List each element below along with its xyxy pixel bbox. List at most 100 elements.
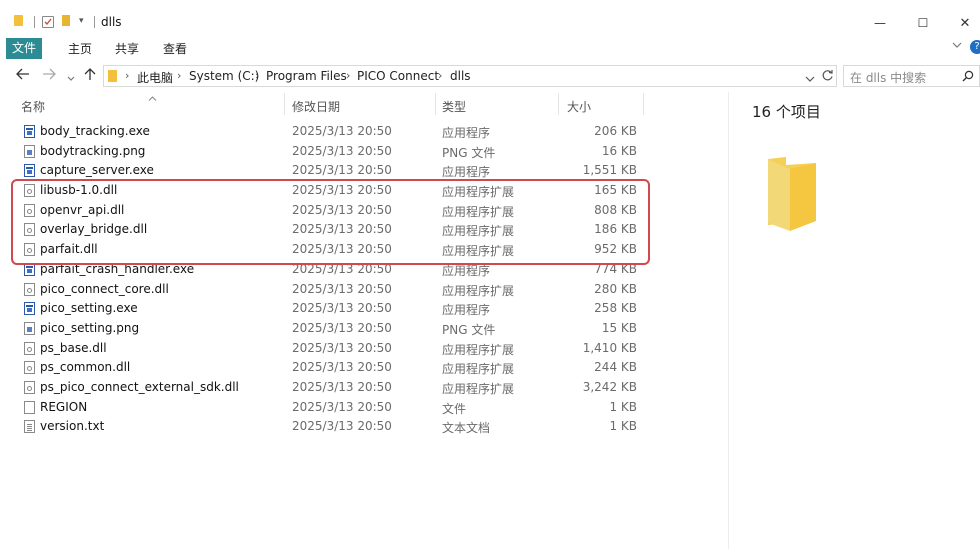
breadcrumb-this-pc[interactable]: 此电脑 [137, 69, 173, 86]
title-bar: ▾ dlls — ☐ ✕ [0, 0, 980, 36]
file-row[interactable]: overlay_bridge.dll 2025/3/13 20:50 应用程序扩展 1… [0, 220, 720, 240]
file-name[interactable]: overlay_bridge.dll [40, 222, 147, 236]
file-size: 774 KB [594, 261, 637, 276]
refresh-icon[interactable] [821, 69, 834, 85]
column-header-type[interactable]: 类型 [442, 98, 466, 115]
file-row[interactable]: bodytracking.png 2025/3/13 20:50 PNG 文件 16 … [0, 142, 720, 162]
file-row[interactable]: pico_connect_core.dll 2025/3/13 20:50 应用程序… [0, 280, 720, 300]
breadcrumb-separator[interactable]: › [346, 69, 350, 82]
column-divider[interactable] [435, 93, 436, 115]
file-name[interactable]: body_tracking.exe [40, 124, 150, 138]
breadcrumb-dlls[interactable]: dlls [450, 69, 471, 83]
minimize-button[interactable]: — [866, 10, 894, 36]
column-header-date[interactable]: 修改日期 [292, 98, 340, 115]
file-type: 文本文档 [442, 421, 491, 436]
file-name[interactable]: REGION [40, 400, 87, 414]
up-arrow-icon[interactable] [84, 68, 96, 85]
address-dropdown-chevron-icon[interactable] [805, 72, 815, 86]
breadcrumb-separator[interactable]: › [255, 69, 259, 82]
file-type: 应用程序 [442, 165, 491, 180]
file-date: 2025/3/13 20:50 [292, 261, 392, 276]
file-size: 808 KB [594, 202, 637, 217]
exe-file-icon [24, 125, 35, 138]
new-folder-icon[interactable] [62, 15, 70, 26]
search-icon[interactable] [962, 70, 974, 85]
file-name[interactable]: version.txt [40, 419, 104, 433]
search-input[interactable]: 在 dlls 中搜索 [843, 65, 980, 87]
tab-view[interactable]: 查看 [155, 38, 195, 60]
file-size: 206 KB [594, 124, 637, 138]
file-size: 165 KB [594, 183, 637, 198]
tab-home[interactable]: 主页 [60, 38, 100, 60]
file-name[interactable]: pico_setting.exe [40, 301, 138, 315]
breadcrumb-separator[interactable]: › [125, 69, 129, 82]
column-divider[interactable] [558, 93, 559, 115]
file-name[interactable]: ps_common.dll [40, 360, 130, 374]
file-size: 244 KB [594, 360, 637, 375]
file-name[interactable]: capture_server.exe [40, 163, 154, 177]
breadcrumb-pico-connect[interactable]: PICO Connect [357, 69, 439, 83]
dll-file-icon [24, 203, 35, 217]
dll-file-icon [24, 223, 35, 237]
forward-arrow-icon[interactable] [42, 68, 56, 84]
file-row[interactable]: pico_setting.png 2025/3/13 20:50 PNG 文件 15 … [0, 319, 720, 339]
back-arrow-icon[interactable] [16, 68, 30, 84]
file-size: 16 KB [601, 143, 637, 158]
file-date: 2025/3/13 20:50 [292, 202, 392, 217]
file-type: 应用程序 [442, 263, 491, 278]
file-name[interactable]: parfait_crash_handler.exe [40, 262, 194, 276]
file-name[interactable]: ps_pico_connect_external_sdk.dll [40, 380, 239, 394]
breadcrumb-program-files[interactable]: Program Files [266, 69, 347, 83]
column-divider[interactable] [284, 93, 285, 115]
breadcrumb-separator[interactable]: › [177, 69, 181, 82]
file-list: body_tracking.exe 2025/3/13 20:50 应用程序 206 … [0, 122, 720, 437]
column-header-size[interactable]: 大小 [567, 98, 591, 115]
file-row[interactable]: ps_common.dll 2025/3/13 20:50 应用程序扩展 244 KB [0, 358, 720, 378]
file-size: 1,551 KB [582, 163, 637, 178]
address-bar[interactable]: › 此电脑 › System (C:) › Program Files › PI… [103, 65, 837, 87]
file-name[interactable]: ps_base.dll [40, 341, 107, 355]
file-row[interactable]: pico_setting.exe 2025/3/13 20:50 应用程序 258 K… [0, 299, 720, 319]
maximize-button[interactable]: ☐ [909, 10, 937, 36]
file-name[interactable]: openvr_api.dll [40, 203, 124, 217]
properties-icon[interactable] [42, 16, 54, 28]
file-name[interactable]: pico_connect_core.dll [40, 282, 169, 296]
help-icon[interactable]: ? [970, 40, 980, 54]
exe-file-icon [24, 262, 35, 276]
file-size: 186 KB [594, 222, 637, 237]
tab-share[interactable]: 共享 [107, 38, 147, 60]
folder-icon[interactable] [14, 15, 23, 26]
file-row[interactable]: ps_base.dll 2025/3/13 20:50 应用程序扩展 1,410 KB [0, 339, 720, 359]
file-row[interactable]: parfait.dll 2025/3/13 20:50 应用程序扩展 952 KB [0, 240, 720, 260]
close-button[interactable]: ✕ [951, 10, 979, 36]
column-divider[interactable] [643, 93, 644, 115]
file-row[interactable]: body_tracking.exe 2025/3/13 20:50 应用程序 206 … [0, 122, 720, 142]
chevron-down-icon[interactable] [951, 39, 963, 54]
file-row[interactable]: parfait_crash_handler.exe 2025/3/13 20:50… [0, 260, 720, 280]
txt-file-icon [24, 420, 35, 434]
file-row[interactable]: ps_pico_connect_external_sdk.dll 2025/3/1… [0, 378, 720, 398]
file-name[interactable]: libusb-1.0.dll [40, 183, 117, 197]
column-header-name[interactable]: 名称 [21, 98, 45, 115]
folder-icon [108, 70, 117, 82]
file-row[interactable]: libusb-1.0.dll 2025/3/13 20:50 应用程序扩展 165 K… [0, 181, 720, 201]
recent-locations-chevron-icon[interactable] [67, 71, 75, 86]
file-size: 952 KB [594, 242, 637, 257]
file-type: 应用程序扩展 [442, 381, 515, 396]
file-name[interactable]: parfait.dll [40, 242, 98, 256]
search-placeholder: 在 dlls 中搜索 [850, 71, 927, 85]
file-name[interactable]: bodytracking.png [40, 144, 145, 158]
breadcrumb-system-c[interactable]: System (C:) [189, 69, 259, 83]
file-row[interactable]: openvr_api.dll 2025/3/13 20:50 应用程序扩展 808 K… [0, 201, 720, 221]
tab-file[interactable]: 文件 [6, 38, 42, 59]
file-type: 应用程序扩展 [442, 204, 515, 219]
file-row[interactable]: REGION 2025/3/13 20:50 文件 1 KB [0, 398, 720, 418]
breadcrumb-separator[interactable]: › [438, 69, 442, 82]
ribbon: 文件 主页 共享 查看 ? [0, 38, 980, 60]
file-row[interactable]: capture_server.exe 2025/3/13 20:50 应用程序 1,5… [0, 161, 720, 181]
customize-quick-access-icon[interactable]: ▾ [79, 16, 84, 26]
file-name[interactable]: pico_setting.png [40, 321, 139, 335]
file-date: 2025/3/13 20:50 [292, 143, 392, 158]
file-row[interactable]: version.txt 2025/3/13 20:50 文本文档 1 KB [0, 417, 720, 437]
file-size: 280 KB [594, 281, 637, 296]
